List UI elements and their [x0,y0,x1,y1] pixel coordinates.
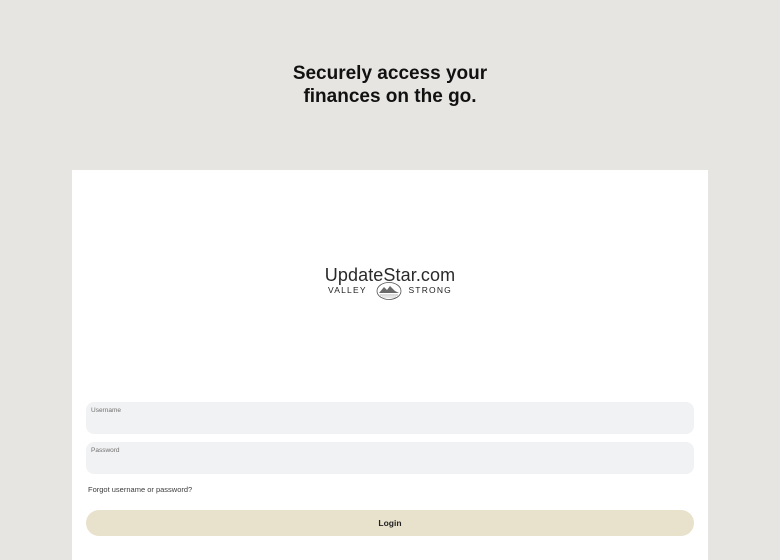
brand-word-right: STRONG [408,285,452,295]
password-label: Password [91,447,120,454]
username-label: Username [91,407,121,414]
headline-line-2: finances on the go. [303,86,477,107]
mountain-seal-icon [376,282,402,300]
password-input[interactable] [91,456,687,470]
forgot-credentials-link[interactable]: Forgot username or password? [88,485,192,494]
headline-line-1: Securely access your [292,63,488,84]
login-button[interactable]: Login [86,510,694,536]
page-headline: Securely access your finances on the go. [0,62,780,108]
brand-logo: UpdateStar.com VALLEY STRONG [72,264,708,300]
login-card: UpdateStar.com VALLEY STRONG Username Pa… [72,170,708,560]
username-field[interactable]: Username [86,402,694,434]
brand-word-left: VALLEY [328,285,367,295]
brand-wordmark: VALLEY STRONG [328,282,452,300]
password-field[interactable]: Password [86,442,694,474]
username-input[interactable] [91,416,687,430]
